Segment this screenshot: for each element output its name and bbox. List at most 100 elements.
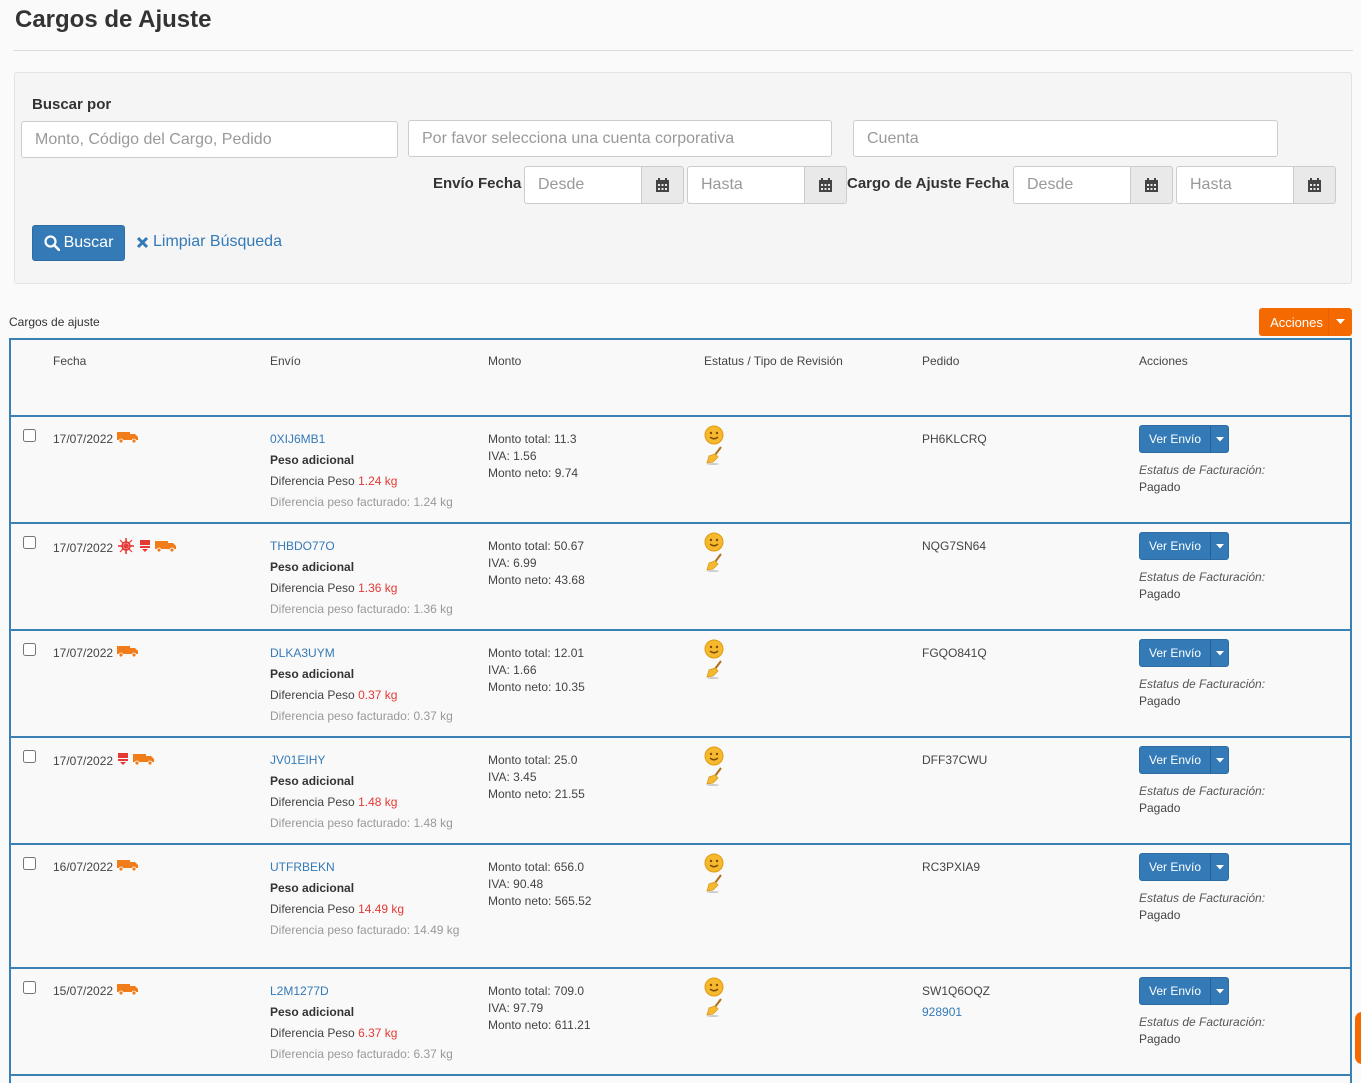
date-cell: 15/07/2022 — [53, 983, 139, 1000]
corporate-account-input[interactable] — [408, 120, 832, 157]
view-shipment-button[interactable]: Ver Envío — [1139, 746, 1229, 774]
smiley-icon — [704, 853, 724, 873]
row-checkbox[interactable] — [23, 429, 36, 442]
shipping-date-from-input[interactable] — [524, 166, 641, 204]
amount-cell: Monto total: 50.67 IVA: 6.99 Monto neto: 4… — [488, 538, 585, 589]
billing-status-label: Estatus de Facturación: — [1139, 891, 1266, 905]
status-cell — [704, 977, 726, 1017]
iva-value: 1.56 — [513, 449, 537, 463]
diff-label: Diferencia Peso — [270, 902, 355, 916]
side-help-tab[interactable] — [1355, 1012, 1361, 1064]
row-checkbox[interactable] — [23, 857, 36, 870]
diff-value: 0.37 kg — [358, 688, 398, 702]
neto-label: Monto neto: — [488, 1018, 552, 1032]
header-fecha[interactable]: Fecha — [53, 354, 86, 368]
row-checkbox[interactable] — [23, 981, 36, 994]
neto-label: Monto neto: — [488, 787, 552, 801]
chevron-down-icon[interactable] — [1210, 426, 1228, 452]
order-cell: NQG7SN64 — [922, 538, 986, 555]
billed-weight-difference: Diferencia peso facturado: 1.36 kg — [270, 601, 460, 618]
chevron-down-icon[interactable] — [1210, 978, 1228, 1004]
billing-status-value: Pagado — [1139, 801, 1181, 815]
weight-difference: Diferencia Peso 1.48 kg — [270, 794, 460, 811]
view-shipment-button[interactable]: Ver Envío — [1139, 977, 1229, 1005]
adjust-date-from — [1013, 166, 1173, 204]
bug-icon — [117, 538, 135, 559]
neto-label: Monto neto: — [488, 573, 552, 587]
iva-label: IVA: — [488, 663, 510, 677]
truck-icon — [117, 983, 139, 1000]
clear-search-link[interactable]: Limpiar Búsqueda — [136, 233, 282, 251]
total-value: 50.67 — [554, 539, 585, 553]
header-monto[interactable]: Monto — [488, 354, 521, 368]
search-input[interactable] — [21, 121, 398, 158]
billed-weight-difference: Diferencia peso facturado: 6.37 kg — [270, 1046, 460, 1063]
amount-iva: IVA: 1.56 — [488, 448, 578, 465]
search-button[interactable]: Buscar — [32, 225, 125, 261]
header-estatus[interactable]: Estatus / Tipo de Revisión — [704, 354, 843, 368]
chevron-down-icon[interactable] — [1210, 854, 1228, 880]
amount-cell: Monto total: 11.3 IVA: 1.56 Monto neto: 9.… — [488, 431, 578, 482]
order-link[interactable]: 928901 — [922, 1004, 990, 1021]
status-cell — [704, 853, 726, 893]
shipment-cell: DLKA3UYM Peso adicional Diferencia Peso 0.… — [270, 645, 460, 725]
smiley-icon — [704, 425, 724, 445]
view-shipment-button[interactable]: Ver Envío — [1139, 853, 1229, 881]
shipment-link[interactable]: DLKA3UYM — [270, 646, 335, 660]
broom-icon — [706, 998, 722, 1017]
header-pedido[interactable]: Pedido — [922, 354, 959, 368]
calendar-icon[interactable] — [641, 166, 684, 204]
account-input[interactable] — [853, 120, 1278, 157]
view-shipment-button[interactable]: Ver Envío — [1139, 532, 1229, 560]
amount-cell: Monto total: 709.0 IVA: 97.79 Monto neto: … — [488, 983, 591, 1034]
broom-icon — [706, 553, 722, 572]
shipment-link[interactable]: 0XIJ6MB1 — [270, 432, 325, 446]
actions-dropdown-button[interactable]: Acciones — [1259, 308, 1352, 336]
header-envio[interactable]: Envío — [270, 354, 301, 368]
shipment-link[interactable]: THBDO77O — [270, 539, 335, 553]
adjust-date-from-input[interactable] — [1013, 166, 1130, 204]
row-checkbox[interactable] — [23, 643, 36, 656]
shipping-date-to-input[interactable] — [687, 166, 804, 204]
row-date: 17/07/2022 — [53, 646, 114, 660]
calendar-icon[interactable] — [1293, 166, 1336, 204]
date-cell: 17/07/2022 — [53, 431, 139, 448]
chevron-down-icon[interactable] — [1210, 533, 1228, 559]
truck-icon — [117, 859, 139, 876]
row-checkbox[interactable] — [23, 750, 36, 763]
order-id: PH6KLCRQ — [922, 432, 987, 446]
close-icon — [136, 236, 149, 248]
billed-value: 0.37 kg — [413, 709, 453, 723]
status-cell — [704, 425, 726, 465]
broom-icon — [706, 660, 722, 679]
row-actions-cell: Ver Envío Estatus de Facturación: Pagado — [1139, 639, 1265, 710]
smiley-icon — [704, 746, 724, 766]
chevron-down-icon[interactable] — [1210, 747, 1228, 773]
billed-label: Diferencia peso facturado: — [270, 1047, 411, 1061]
view-shipment-button[interactable]: Ver Envío — [1139, 425, 1229, 453]
view-shipment-label: Ver Envío — [1148, 431, 1202, 446]
row-checkbox[interactable] — [23, 536, 36, 549]
weight-difference: Diferencia Peso 1.36 kg — [270, 580, 460, 597]
calendar-icon[interactable] — [804, 166, 847, 204]
shipment-link[interactable]: JV01EIHY — [270, 753, 325, 767]
calendar-icon[interactable] — [1130, 166, 1173, 204]
chevron-down-icon[interactable] — [1210, 640, 1228, 666]
shipment-link[interactable]: UTFRBEKN — [270, 860, 335, 874]
view-shipment-label: Ver Envío — [1148, 538, 1202, 553]
amount-neto: Monto neto: 9.74 — [488, 465, 578, 482]
view-shipment-button[interactable]: Ver Envío — [1139, 639, 1229, 667]
amount-total: Monto total: 25.0 — [488, 752, 585, 769]
shipment-cell: 0XIJ6MB1 Peso adicional Diferencia Peso 1.… — [270, 431, 460, 511]
table-row: 17/07/2022 JV01EIHY Peso adicional Diferenc… — [11, 738, 1350, 845]
row-date: 17/07/2022 — [53, 754, 114, 768]
shipping-date-from — [524, 166, 684, 204]
billing-status-label: Estatus de Facturación: — [1139, 784, 1266, 798]
diff-value: 1.48 kg — [358, 795, 398, 809]
adjust-date-to-input[interactable] — [1176, 166, 1293, 204]
billing-status-label: Estatus de Facturación: — [1139, 677, 1266, 691]
row-actions-cell: Ver Envío Estatus de Facturación: Pagado — [1139, 532, 1265, 603]
shipment-link[interactable]: L2M1277D — [270, 984, 329, 998]
diff-value: 1.24 kg — [358, 474, 398, 488]
iva-value: 6.99 — [513, 556, 537, 570]
